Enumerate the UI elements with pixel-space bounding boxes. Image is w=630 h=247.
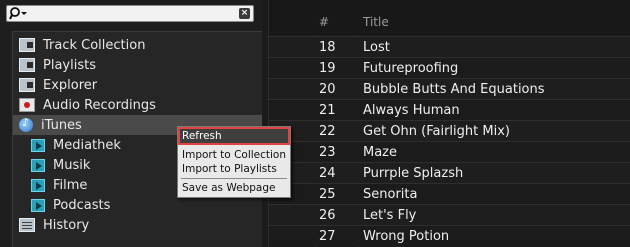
track-number: 19 xyxy=(319,61,336,76)
sidebar-item-label: iTunes xyxy=(41,117,82,133)
track-title: Purrple Splazsh xyxy=(363,166,464,181)
track-title: Futureproofing xyxy=(363,61,459,76)
track-number: 26 xyxy=(319,208,336,223)
sidebar-item-label: Track Collection xyxy=(43,37,146,53)
table-row[interactable]: 23 Maze xyxy=(269,141,630,162)
menu-separator xyxy=(181,178,287,179)
sidebar-item-audio-recordings[interactable]: Audio Recordings xyxy=(19,95,255,115)
audio-recordings-icon xyxy=(19,98,35,112)
table-row[interactable]: 20 Bubble Butts And Equations xyxy=(269,78,630,99)
track-title: Wrong Potion xyxy=(363,229,450,244)
track-title: Always Human xyxy=(363,103,460,118)
sidebar-item-label: Playlists xyxy=(43,57,96,73)
track-list: # Title 18 Lost 19 Futureproofing 20 Bub… xyxy=(268,0,630,247)
sidebar-item-podcasts[interactable]: Podcasts xyxy=(31,195,255,215)
table-row[interactable]: 22 Get Ohn (Fairlight Mix) xyxy=(269,120,630,141)
menu-item-refresh[interactable]: Refresh xyxy=(178,127,290,145)
track-number: 24 xyxy=(319,166,336,181)
table-row[interactable]: 27 Wrong Potion xyxy=(269,225,630,246)
sidebar-item-label: Podcasts xyxy=(53,197,111,213)
sidebar-item-label: Explorer xyxy=(43,77,98,93)
playlists-folder-icon xyxy=(19,58,35,72)
menu-item-import-to-playlists[interactable]: Import to Playlists xyxy=(180,162,288,176)
track-collection-icon xyxy=(19,38,35,52)
column-header-title[interactable]: Title xyxy=(363,15,389,29)
search-field[interactable]: × xyxy=(6,5,254,22)
track-title: Lost xyxy=(363,40,390,55)
sidebar-item-label: Filme xyxy=(53,177,88,193)
sidebar-item-label: Mediathek xyxy=(53,137,121,153)
track-title: Bubble Butts And Equations xyxy=(363,82,545,97)
history-icon xyxy=(19,218,35,232)
clear-search-button[interactable]: × xyxy=(239,8,250,19)
itunes-icon xyxy=(19,116,33,132)
sidebar-item-history[interactable]: History xyxy=(19,215,255,235)
table-row[interactable]: 25 Senorita xyxy=(269,183,630,204)
track-title: Maze xyxy=(363,145,398,160)
search-icon[interactable] xyxy=(9,6,29,21)
table-row[interactable]: 18 Lost xyxy=(269,36,630,57)
sidebar-item-playlists[interactable]: Playlists xyxy=(19,55,255,75)
sidebar-item-track-collection[interactable]: Track Collection xyxy=(19,35,255,55)
track-number: 23 xyxy=(319,145,336,160)
table-row[interactable]: 21 Always Human xyxy=(269,99,630,120)
track-list-header: # Title xyxy=(269,0,630,35)
browser-panel: × Track Collection Playlists Explorer Au… xyxy=(0,0,262,247)
table-row[interactable]: 19 Futureproofing xyxy=(269,57,630,78)
column-header-number[interactable]: # xyxy=(319,15,329,29)
play-icon xyxy=(31,158,45,172)
table-row[interactable]: 24 Purrple Splazsh xyxy=(269,162,630,183)
sidebar-item-label: History xyxy=(43,217,90,233)
play-icon xyxy=(31,138,45,152)
track-number: 22 xyxy=(319,124,336,139)
explorer-folder-icon xyxy=(19,78,35,92)
sidebar-item-explorer[interactable]: Explorer xyxy=(19,75,255,95)
track-number: 18 xyxy=(319,40,336,55)
track-title: Let's Fly xyxy=(363,208,417,223)
track-number: 27 xyxy=(319,229,336,244)
menu-item-save-as-webpage[interactable]: Save as Webpage xyxy=(180,181,288,195)
track-title: Get Ohn (Fairlight Mix) xyxy=(363,124,510,139)
play-icon xyxy=(31,178,45,192)
menu-item-import-to-collection[interactable]: Import to Collection xyxy=(180,148,288,162)
table-row[interactable]: 26 Let's Fly xyxy=(269,204,630,225)
sidebar-item-label: Musik xyxy=(53,157,91,173)
context-menu: Refresh Import to Collection Import to P… xyxy=(177,126,291,198)
track-number: 21 xyxy=(319,103,336,118)
track-number: 20 xyxy=(319,82,336,97)
track-number: 25 xyxy=(319,187,336,202)
sidebar-item-label: Audio Recordings xyxy=(43,97,156,113)
play-icon xyxy=(31,198,45,212)
track-title: Senorita xyxy=(363,187,418,202)
